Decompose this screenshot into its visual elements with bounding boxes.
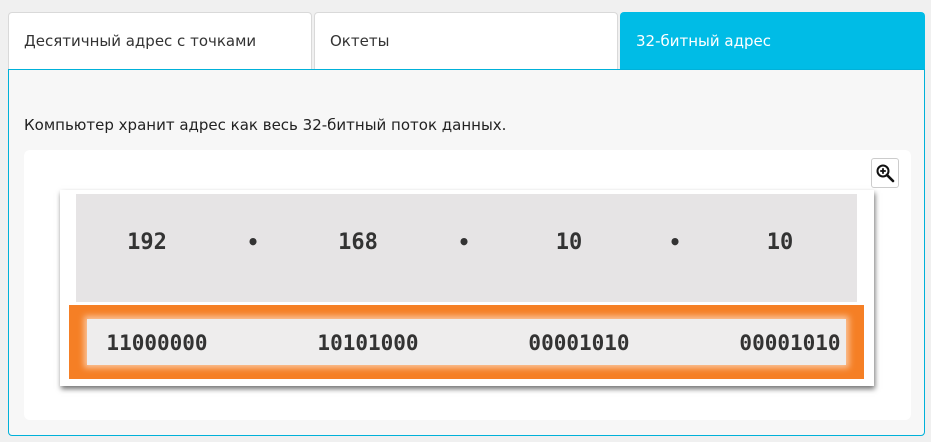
tab-octets[interactable]: Октеты xyxy=(314,12,618,69)
ip-address-diagram: 192 • 168 • 10 • 10 11000000 10101000 00… xyxy=(60,190,874,386)
tab-label: 32-битный адрес xyxy=(636,32,771,50)
tab-bar: Десятичный адрес с точками Октеты 32-бит… xyxy=(8,12,925,69)
decimal-octet-1: 192 xyxy=(127,230,167,255)
separator-dot: • xyxy=(246,230,260,254)
tab-panel: Компьютер хранит адрес как весь 32-битны… xyxy=(8,69,925,436)
description-text: Компьютер хранит адрес как весь 32-битны… xyxy=(24,116,507,134)
tab-label: Десятичный адрес с точками xyxy=(24,32,257,50)
binary-highlight-frame: 11000000 10101000 00001010 00001010 xyxy=(69,305,864,379)
zoom-button[interactable] xyxy=(871,158,899,188)
binary-octet-1: 11000000 xyxy=(106,331,208,355)
binary-address-row: 11000000 10101000 00001010 00001010 xyxy=(87,319,846,365)
diagram-card: 192 • 168 • 10 • 10 11000000 10101000 00… xyxy=(24,150,911,420)
decimal-octet-4: 10 xyxy=(766,230,794,255)
separator-dot: • xyxy=(457,230,471,254)
decimal-octet-2: 168 xyxy=(338,230,378,255)
binary-octet-3: 00001010 xyxy=(528,331,630,355)
binary-octet-4: 00001010 xyxy=(739,331,841,355)
zoom-in-icon xyxy=(876,164,895,183)
decimal-octet-3: 10 xyxy=(555,230,583,255)
tab-32-bit-address[interactable]: 32-битный адрес xyxy=(620,12,925,69)
separator-dot: • xyxy=(668,230,682,254)
decimal-address-row: 192 • 168 • 10 • 10 xyxy=(76,194,857,302)
tab-dotted-decimal[interactable]: Десятичный адрес с точками xyxy=(8,12,312,69)
binary-octet-2: 10101000 xyxy=(317,331,419,355)
tab-label: Октеты xyxy=(330,32,390,50)
